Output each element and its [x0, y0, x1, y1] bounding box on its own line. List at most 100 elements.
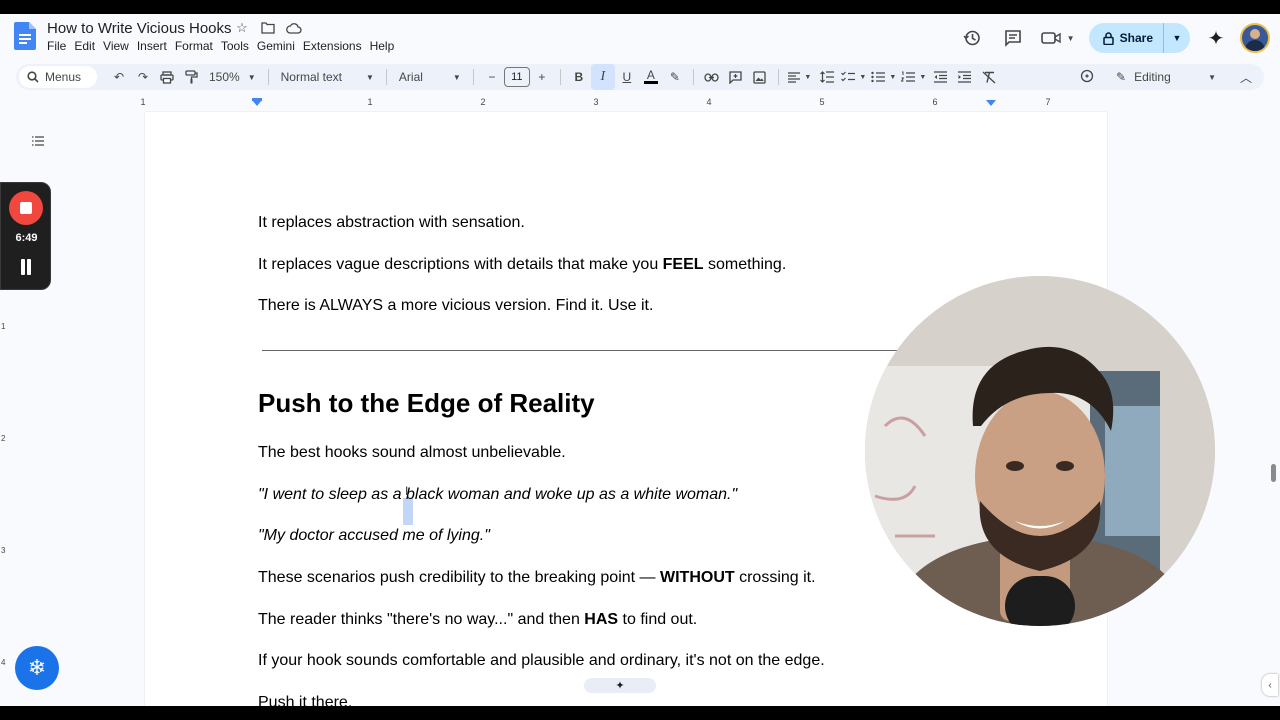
- decrease-font-size-icon[interactable]: −: [480, 64, 504, 90]
- lock-icon: [1102, 31, 1114, 45]
- pause-recording-button[interactable]: [19, 259, 33, 275]
- cloud-saved-icon[interactable]: [286, 20, 302, 36]
- title-icons: ☆: [234, 20, 302, 36]
- line-spacing-icon[interactable]: [815, 64, 839, 90]
- menu-help[interactable]: Help: [366, 39, 399, 53]
- bold-icon[interactable]: B: [567, 64, 591, 90]
- divider: [559, 69, 561, 85]
- numbered-list-select[interactable]: ▼: [899, 64, 929, 90]
- paragraph[interactable]: There is ALWAYS a more vicious version. …: [258, 297, 653, 315]
- collapse-menus-icon[interactable]: ︿: [1234, 64, 1258, 90]
- italic-icon[interactable]: I: [590, 64, 615, 90]
- style-select[interactable]: Normal text ▼: [275, 64, 380, 90]
- editing-mode-select[interactable]: ✎ Editing ▼: [1080, 64, 1216, 90]
- insert-link-icon[interactable]: [700, 64, 724, 90]
- paragraph[interactable]: The best hooks sound almost unbelievable…: [258, 444, 566, 462]
- share-main[interactable]: Share: [1089, 23, 1164, 53]
- menus-search-label: Menus: [45, 70, 82, 84]
- ruler-label: 2: [480, 97, 486, 107]
- gemini-refresh-icon[interactable]: [1080, 69, 1094, 86]
- quote-paragraph[interactable]: "My doctor accused me of lying.": [258, 527, 490, 545]
- bulleted-list-select[interactable]: ▼: [869, 64, 899, 90]
- assistant-launcher-icon[interactable]: ❄: [15, 646, 59, 690]
- docs-logo-icon[interactable]: [14, 22, 36, 50]
- title-bar: How to Write Vicious Hooks ☆ File Edit V…: [0, 14, 1280, 62]
- menu-file[interactable]: File: [47, 39, 70, 53]
- star-icon[interactable]: ☆: [234, 20, 250, 36]
- toolbar: Menus ↶ ↷ 150% ▼ Normal text ▼ Arial ▼ −…: [16, 64, 1264, 90]
- gemini-icon[interactable]: ✦: [1204, 26, 1228, 50]
- text-color-icon[interactable]: A: [639, 64, 663, 90]
- paragraph[interactable]: If your hook sounds comfortable and plau…: [258, 652, 825, 670]
- menu-view[interactable]: View: [99, 39, 133, 53]
- right-indent-marker[interactable]: [986, 100, 996, 106]
- i-beam-cursor-icon: I: [405, 484, 409, 498]
- bulleted-list-icon: [871, 71, 886, 83]
- search-icon: [27, 71, 39, 83]
- presenter-video-icon: [865, 276, 1215, 626]
- menu-insert[interactable]: Insert: [133, 39, 171, 53]
- menu-gemini[interactable]: Gemini: [253, 39, 299, 53]
- increase-font-size-icon[interactable]: +: [530, 64, 554, 90]
- insert-image-icon[interactable]: [748, 64, 772, 90]
- gemini-suggest-pill[interactable]: ✦: [584, 678, 656, 693]
- highlight-color-icon[interactable]: ✎: [663, 64, 687, 90]
- paint-format-icon[interactable]: [179, 64, 203, 90]
- vruler-label: 1: [1, 322, 6, 331]
- paragraph[interactable]: These scenarios push credibility to the …: [258, 569, 816, 587]
- side-panel-toggle-icon[interactable]: ‹: [1262, 674, 1278, 696]
- quote-paragraph[interactable]: "I went to sleep as a black woman and wo…: [258, 486, 737, 504]
- paragraph[interactable]: It replaces vague descriptions with deta…: [258, 256, 786, 274]
- comments-icon[interactable]: [999, 24, 1027, 52]
- ruler-label: 1: [140, 97, 146, 107]
- menu-extensions[interactable]: Extensions: [299, 39, 366, 53]
- add-comment-icon[interactable]: [724, 64, 748, 90]
- increase-indent-icon[interactable]: [953, 64, 977, 90]
- ruler-label: 1: [367, 97, 373, 107]
- decrease-indent-icon[interactable]: [929, 64, 953, 90]
- style-value: Normal text: [280, 70, 342, 84]
- ruler-label: 5: [819, 97, 825, 107]
- divider: [385, 69, 387, 85]
- redo-icon[interactable]: ↷: [131, 64, 155, 90]
- stop-recording-button[interactable]: [9, 191, 43, 225]
- document-outline-icon[interactable]: [24, 127, 52, 155]
- ruler-label: 4: [706, 97, 712, 107]
- print-icon[interactable]: [155, 64, 179, 90]
- underline-icon[interactable]: U: [615, 64, 639, 90]
- caret-down-icon: ▼: [247, 72, 256, 82]
- zoom-select[interactable]: 150% ▼: [203, 64, 262, 90]
- menu-tools[interactable]: Tools: [217, 39, 253, 53]
- font-value: Arial: [398, 70, 423, 84]
- font-select[interactable]: Arial ▼: [393, 64, 467, 90]
- undo-icon[interactable]: ↶: [107, 64, 131, 90]
- move-folder-icon[interactable]: [260, 20, 276, 36]
- ruler-label: 6: [932, 97, 938, 107]
- menus-search[interactable]: Menus: [19, 66, 97, 88]
- share-dropdown-icon[interactable]: ▼: [1164, 23, 1190, 53]
- pencil-icon: ✎: [1116, 70, 1127, 84]
- caret-down-icon: ▼: [365, 72, 374, 82]
- share-button[interactable]: Share ▼: [1088, 23, 1190, 53]
- scrollbar-thumb[interactable]: [1271, 464, 1276, 482]
- document-title[interactable]: How to Write Vicious Hooks: [47, 20, 232, 37]
- heading[interactable]: Push to the Edge of Reality: [258, 388, 595, 419]
- align-select[interactable]: ▼: [785, 64, 815, 90]
- menu-format[interactable]: Format: [171, 39, 217, 53]
- left-indent-marker[interactable]: [252, 100, 262, 106]
- horizontal-ruler[interactable]: 1 1 2 3 4 5 6 7: [140, 97, 1107, 111]
- vruler-label: 2: [1, 434, 6, 443]
- menu-edit[interactable]: Edit: [70, 39, 99, 53]
- paragraph[interactable]: Push it there.: [258, 694, 352, 706]
- checklist-select[interactable]: ▼: [839, 64, 869, 90]
- clear-formatting-icon[interactable]: [977, 64, 1001, 90]
- selected-text: a: [392, 486, 402, 503]
- webcam-bubble[interactable]: [865, 276, 1215, 626]
- paragraph[interactable]: The reader thinks "there's no way..." an…: [258, 611, 697, 629]
- version-history-icon[interactable]: [958, 24, 986, 52]
- paragraph[interactable]: It replaces abstraction with sensation.: [258, 214, 525, 232]
- meet-video-icon[interactable]: ▼: [1040, 24, 1076, 52]
- avatar[interactable]: [1240, 23, 1270, 53]
- font-size-input[interactable]: 11: [503, 67, 530, 87]
- caret-down-icon: ▼: [1208, 72, 1216, 82]
